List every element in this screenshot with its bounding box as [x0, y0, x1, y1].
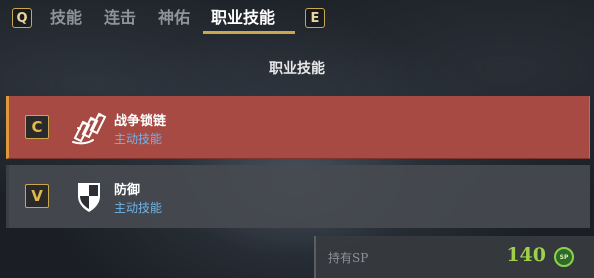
section-title: 职业技能 [269, 61, 325, 77]
tab-bar: Q 技能 连击 神佑 职业技能 E [0, 0, 594, 36]
sp-coin-icon: SP [554, 247, 574, 267]
tab-blessing[interactable]: 神佑 [158, 6, 190, 30]
skill-name: 战争锁链 [114, 114, 167, 129]
tab-class-skills[interactable]: 职业技能 [211, 6, 275, 30]
skill-row-war-chains[interactable]: C 战争锁链 主动技能 [6, 96, 590, 159]
skill-name: 防御 [114, 183, 141, 198]
skill-hotkey: V [25, 184, 49, 208]
skill-row-defense[interactable]: V 防御 主动技能 [6, 165, 590, 228]
active-tab-indicator [203, 31, 295, 34]
sp-label: 持有SP [328, 251, 369, 265]
prev-tab-key[interactable]: Q [12, 8, 32, 28]
shield-icon [69, 177, 109, 215]
next-tab-key[interactable]: E [305, 8, 325, 28]
sp-value: 140 [506, 244, 546, 266]
skill-type: 主动技能 [114, 201, 163, 215]
skill-type: 主动技能 [114, 132, 163, 146]
sp-display: 持有SP 140 SP [314, 236, 594, 278]
tab-combo[interactable]: 连击 [104, 6, 136, 30]
skill-hotkey: C [25, 115, 49, 139]
tab-skills[interactable]: 技能 [50, 6, 82, 30]
war-chains-icon [69, 108, 109, 146]
